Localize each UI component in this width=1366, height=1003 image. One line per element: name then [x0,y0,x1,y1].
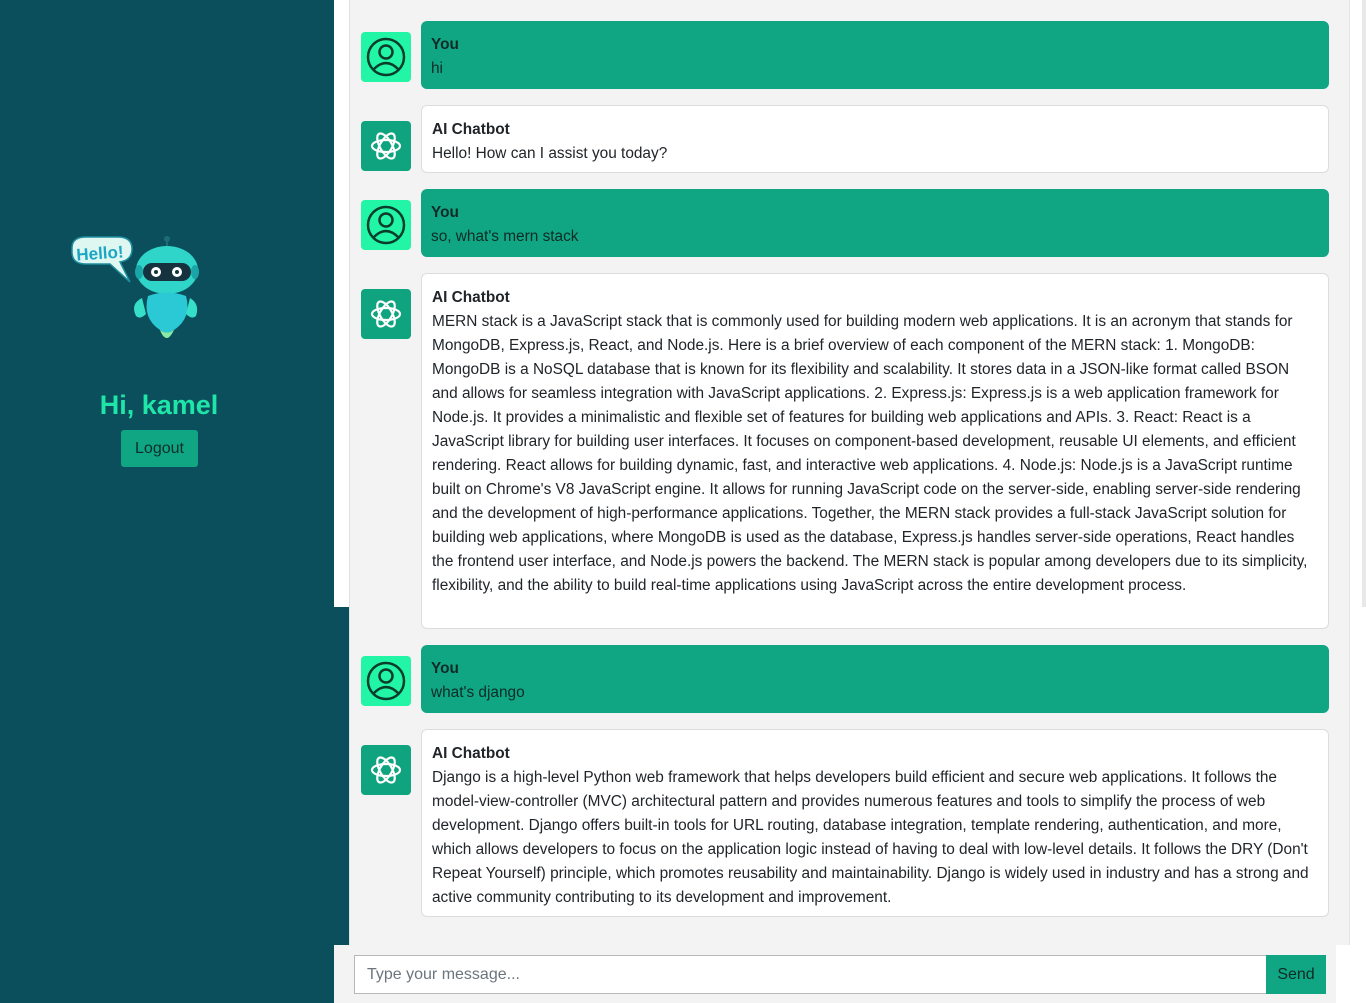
message-text: what's django [431,684,525,701]
chat-message-user: You so, what's mern stack [361,189,1329,257]
chat-message-bot: AI Chatbot MERN stack is a JavaScript st… [361,273,1329,629]
message-bubble: You hi [421,21,1329,89]
chat-message-bot: AI Chatbot Hello! How can I assist you t… [361,105,1329,173]
user-avatar [361,656,411,706]
message-text: MERN stack is a JavaScript stack that is… [432,313,1308,594]
robot-mascot-icon: Hello! [71,236,199,338]
message-text: Hello! How can I assist you today? [432,145,668,162]
user-circle-icon [366,661,406,701]
page-scrollbar[interactable] [1362,0,1366,607]
bot-avatar [361,289,411,339]
message-bubble: AI Chatbot Hello! How can I assist you t… [421,105,1329,173]
hello-bubble-text: Hello! [76,242,124,264]
message-sender: You [431,660,459,677]
message-text: Django is a high-level Python web framew… [432,769,1309,906]
message-bubble: You what's django [421,645,1329,713]
message-composer: Send [334,945,1336,1003]
message-text: hi [431,60,443,77]
message-text: so, what's mern stack [431,228,579,245]
message-bubble: AI Chatbot Django is a high-level Python… [421,729,1329,917]
chat-message-user: You hi [361,21,1329,89]
chat-message-bot: AI Chatbot Django is a high-level Python… [361,729,1329,917]
user-circle-icon [366,205,406,245]
message-bubble: You so, what's mern stack [421,189,1329,257]
message-sender: AI Chatbot [432,121,510,138]
sidebar: Hello! Hi, kamel Logout [0,0,334,1003]
message-sender: You [431,204,459,221]
message-sender: You [431,36,459,53]
user-greeting: Hi, kamel [99,390,219,420]
message-sender: AI Chatbot [432,289,510,306]
openai-logo-icon [370,132,402,160]
message-input[interactable] [354,955,1266,994]
user-avatar [361,32,411,82]
openai-logo-icon [370,300,402,328]
bot-avatar [361,745,411,795]
chat-history[interactable]: You hi AI Chatbot Hello! How can I assis… [349,0,1350,945]
sidebar-extension [334,607,349,1003]
message-sender: AI Chatbot [432,745,510,762]
bot-avatar [361,121,411,171]
logout-button[interactable]: Logout [121,430,198,467]
send-button[interactable]: Send [1266,955,1326,994]
openai-logo-icon [370,756,402,784]
user-circle-icon [366,37,406,77]
chat-message-user: You what's django [361,645,1329,713]
message-bubble: AI Chatbot MERN stack is a JavaScript st… [421,273,1329,629]
user-avatar [361,200,411,250]
